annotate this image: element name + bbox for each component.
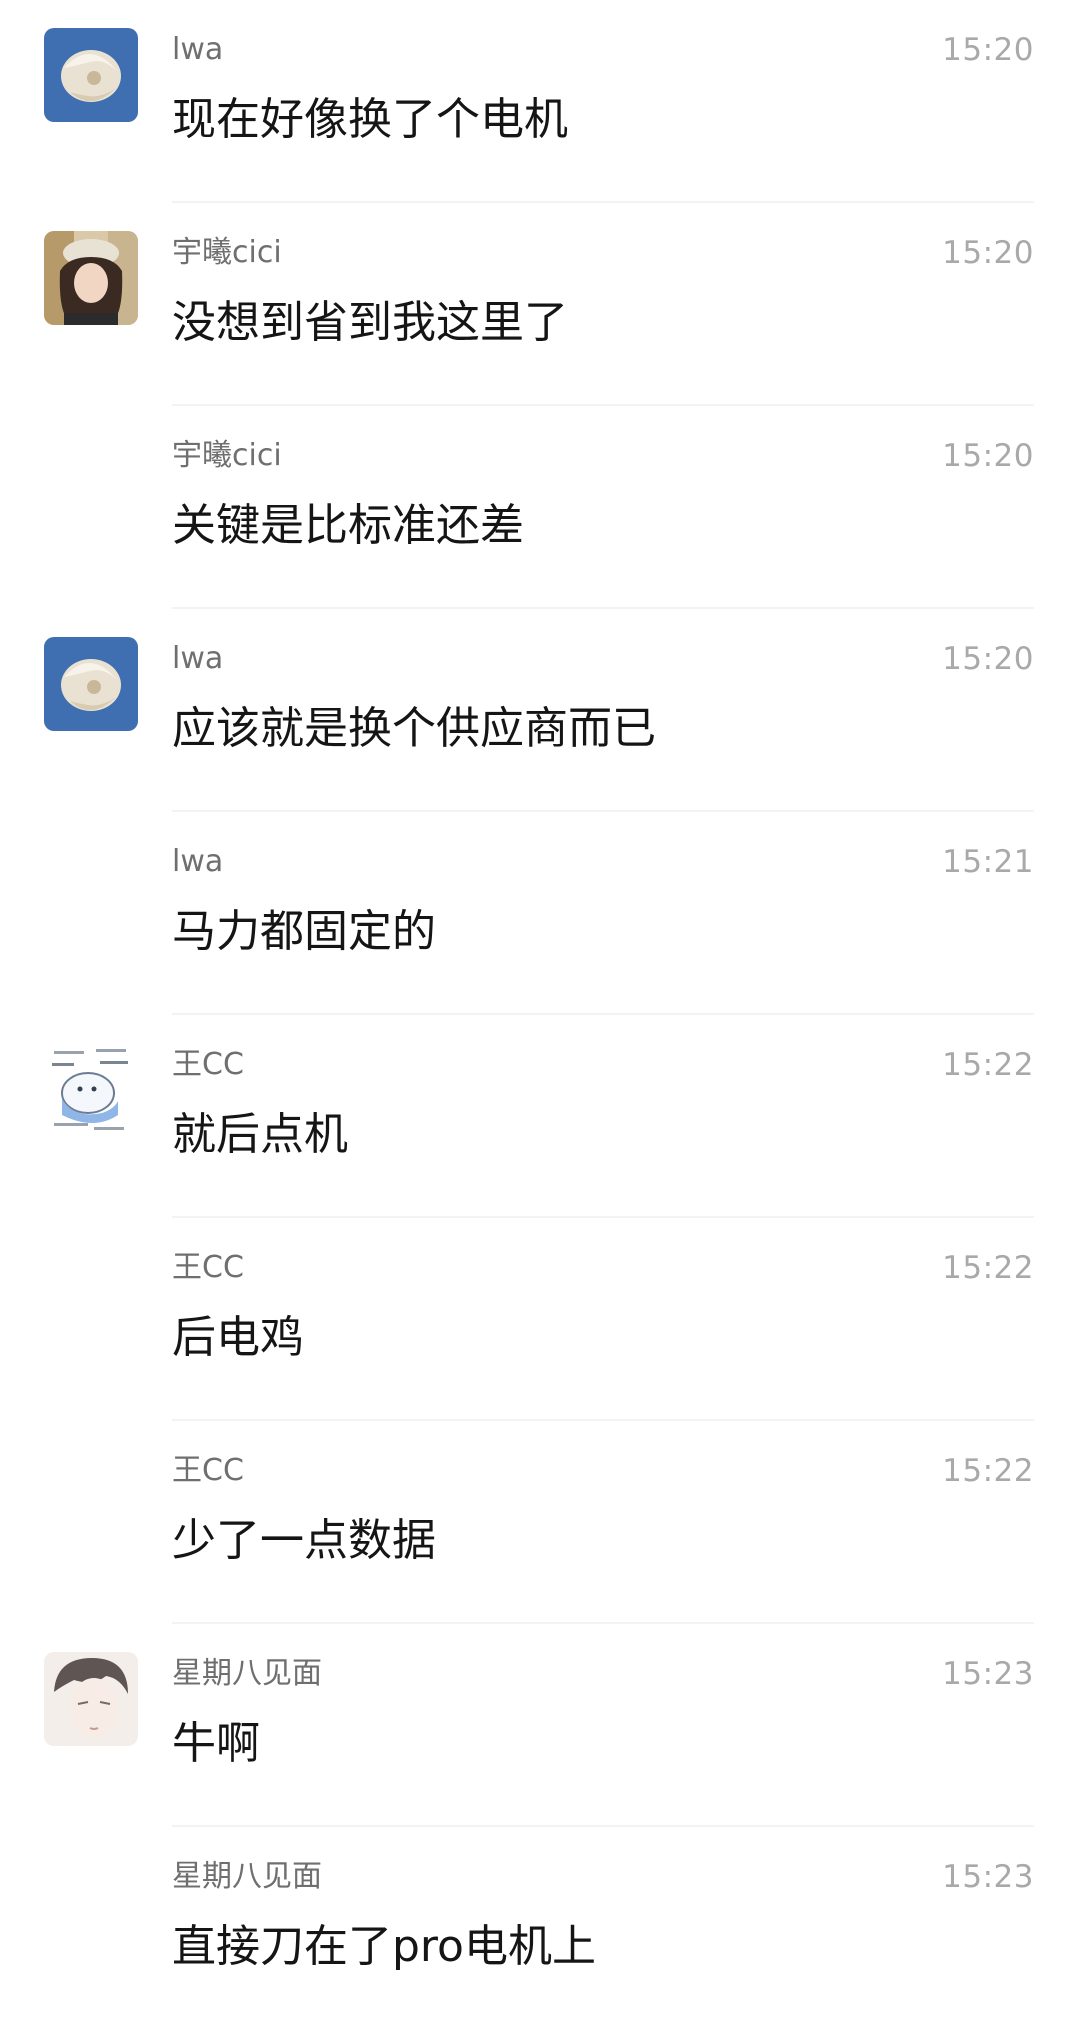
message-item[interactable]: lwa 15:20 现在好像换了个电机 [0, 0, 1080, 203]
sender-name: 宇曦cici [172, 438, 282, 473]
sender-name: 王CC [172, 1453, 244, 1488]
cici-avatar[interactable] [44, 231, 138, 325]
message-text: 应该就是换个供应商而已 [172, 703, 656, 754]
message-text: 后电鸡 [172, 1312, 304, 1363]
message-text: 就后点机 [172, 1109, 348, 1160]
message-item[interactable]: lwa 15:21 马力都固定的 [0, 812, 1080, 1015]
message-time: 15:20 [942, 641, 1034, 677]
message-text: 牛啊 [172, 1718, 260, 1769]
message-item[interactable]: 星期八见面 15:23 牛啊 [0, 1624, 1080, 1827]
message-time: 15:20 [942, 438, 1034, 474]
message-item[interactable]: 王CC 15:22 就后点机 [0, 1015, 1080, 1218]
message-time: 15:21 [942, 844, 1034, 880]
message-item[interactable]: 星期八见面 15:23 直接刀在了pro电机上 [0, 1827, 1080, 2030]
message-item[interactable]: 王CC 15:22 少了一点数据 [0, 1421, 1080, 1624]
sender-name: lwa [172, 844, 224, 879]
sender-name: 星期八见面 [172, 1656, 322, 1691]
message-text: 现在好像换了个电机 [172, 94, 568, 145]
message-item[interactable]: 宇曦cici 15:20 没想到省到我这里了 [0, 203, 1080, 406]
xingqiba-avatar[interactable] [44, 1652, 138, 1746]
wangcc-avatar[interactable] [44, 1043, 138, 1137]
message-time: 15:22 [942, 1453, 1034, 1489]
message-time: 15:22 [942, 1047, 1034, 1083]
message-time: 15:20 [942, 32, 1034, 68]
chat-message-list: lwa 15:20 现在好像换了个电机 宇曦cici 15:20 没想到省到我这… [0, 0, 1080, 2040]
lwa-avatar[interactable] [44, 637, 138, 731]
sender-name: lwa [172, 641, 224, 676]
message-text: 马力都固定的 [172, 906, 436, 957]
message-item[interactable]: 宇曦cici 15:20 关键是比标准还差 [0, 406, 1080, 609]
lwa-avatar[interactable] [44, 28, 138, 122]
message-item[interactable]: lwa 15:20 应该就是换个供应商而已 [0, 609, 1080, 812]
message-text: 直接刀在了pro电机上 [172, 1921, 596, 1972]
message-text: 少了一点数据 [172, 1515, 436, 1566]
message-time: 15:20 [942, 235, 1034, 271]
sender-name: 宇曦cici [172, 235, 282, 270]
message-time: 15:23 [942, 1656, 1034, 1692]
sender-name: lwa [172, 32, 224, 67]
sender-name: 星期八见面 [172, 1859, 322, 1894]
message-item[interactable]: 王CC 15:22 后电鸡 [0, 1218, 1080, 1421]
message-time: 15:22 [942, 1250, 1034, 1286]
sender-name: 王CC [172, 1250, 244, 1285]
message-text: 没想到省到我这里了 [172, 297, 568, 348]
message-text: 关键是比标准还差 [172, 500, 524, 551]
sender-name: 王CC [172, 1047, 244, 1082]
message-time: 15:23 [942, 1859, 1034, 1895]
